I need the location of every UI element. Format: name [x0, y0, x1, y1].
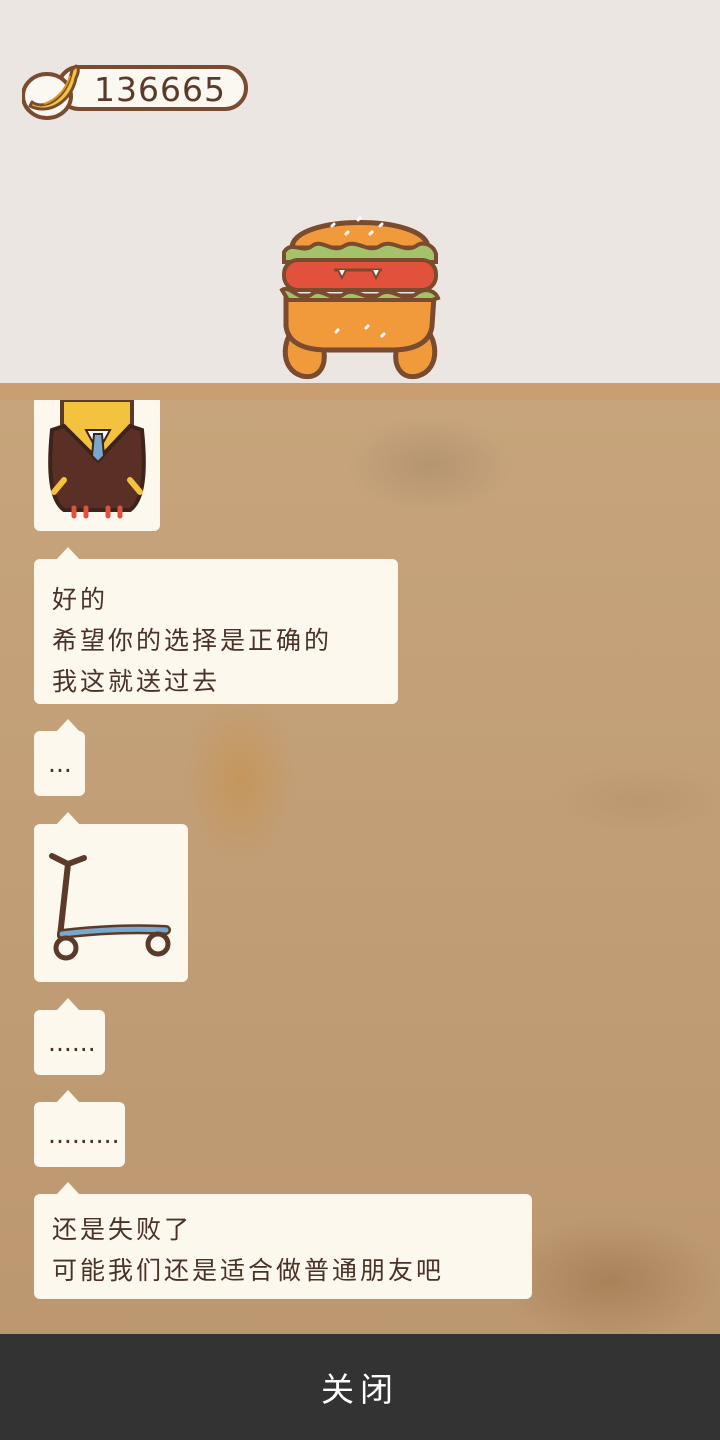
- currency-counter: 136665: [22, 60, 252, 120]
- message-line: 可能我们还是适合做普通朋友吧: [52, 1256, 445, 1285]
- message-line: 我这就送过去: [52, 667, 221, 696]
- chat-text-bubble: 还是失败了 可能我们还是适合做普通朋友吧: [34, 1182, 532, 1299]
- message-line: 希望你的选择是正确的: [52, 626, 333, 655]
- message-line: 还是失败了: [52, 1215, 193, 1244]
- banana-icon: [22, 64, 80, 120]
- close-button-label: 关闭: [321, 1370, 399, 1409]
- message-line: ...: [48, 749, 72, 778]
- chat-text-bubble: .........: [34, 1090, 125, 1167]
- currency-value: 136665: [94, 70, 226, 109]
- top-area: 136665: [0, 0, 720, 383]
- message-line: ......: [48, 1028, 96, 1057]
- close-button[interactable]: 关闭: [0, 1334, 720, 1440]
- chat-image-bubble-scooter: [34, 812, 188, 982]
- suited-character-image: [48, 400, 146, 519]
- message-line: 好的: [52, 585, 109, 614]
- burger-character: [279, 216, 441, 380]
- chat-image-bubble-character: [34, 400, 160, 531]
- chat-text-bubble: ......: [34, 998, 105, 1075]
- shelf-divider: [0, 383, 720, 400]
- message-line: .........: [48, 1120, 120, 1149]
- chat-log[interactable]: 好的 希望你的选择是正确的 我这就送过去 ... ...... ........…: [0, 400, 720, 1334]
- chat-text-bubble: ...: [34, 719, 85, 796]
- scooter-image: [49, 853, 171, 961]
- chat-text-bubble: 好的 希望你的选择是正确的 我这就送过去: [34, 547, 398, 704]
